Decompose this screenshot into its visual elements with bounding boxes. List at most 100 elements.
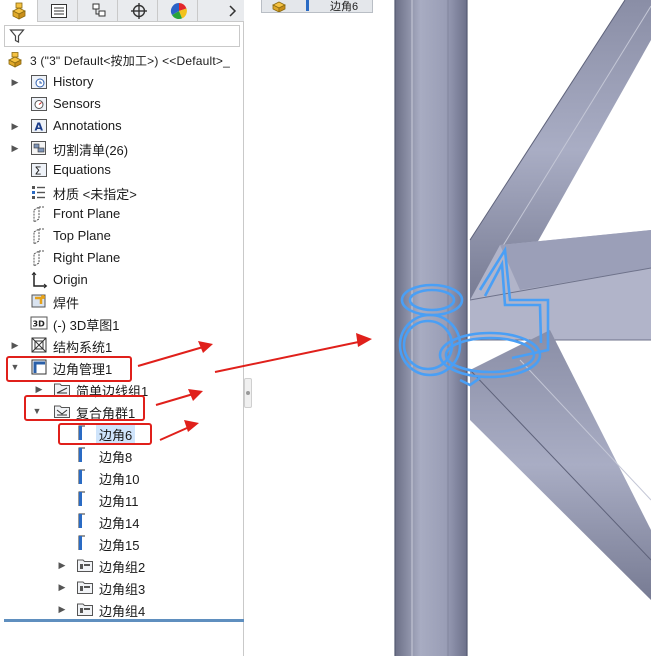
tree-item-label: 边角6 bbox=[96, 425, 136, 444]
tree-item-3d-sketch[interactable]: 3D (-) 3D草图1 bbox=[0, 313, 240, 333]
tab-configuration-manager[interactable] bbox=[80, 0, 118, 21]
panel-bottom-bar bbox=[4, 619, 244, 622]
plane-icon bbox=[30, 205, 48, 223]
appearance-icon bbox=[170, 2, 187, 19]
breadcrumb-label: 边角6 bbox=[330, 1, 359, 13]
tab-dimxpert-manager[interactable] bbox=[120, 0, 158, 21]
structure-system-icon bbox=[30, 336, 48, 354]
tree-item-label: (-) 3D草图1 bbox=[53, 318, 120, 333]
svg-text:A: A bbox=[35, 121, 44, 134]
tree-item-equations[interactable]: Σ Equations bbox=[0, 160, 240, 180]
tree-item-label: Top Plane bbox=[53, 228, 111, 243]
tab-display-manager[interactable] bbox=[160, 0, 198, 21]
tree-item-label: 边角组2 bbox=[99, 560, 146, 575]
splitter-handle[interactable] bbox=[244, 378, 252, 408]
tree-item-label: 边角14 bbox=[99, 516, 140, 531]
collapse-arrow-icon[interactable]: ▼ bbox=[10, 357, 20, 377]
panel-splitter[interactable] bbox=[244, 0, 252, 656]
cut-list-icon bbox=[30, 139, 48, 157]
history-icon bbox=[30, 73, 48, 91]
corner-icon bbox=[76, 512, 94, 530]
feature-manager-panel: 3 ("3" Default<按加工>) <<Default>_ ▶ Histo… bbox=[0, 0, 244, 656]
expand-arrow-icon[interactable]: ▶ bbox=[10, 138, 20, 158]
tree-item-corner-management[interactable]: ▼ 边角管理1 bbox=[0, 357, 240, 377]
tree-item-label: Equations bbox=[53, 162, 111, 177]
tree-filter-input[interactable] bbox=[4, 25, 240, 47]
tree-item-corner-group-2[interactable]: ▶ 边角组2 bbox=[0, 555, 240, 575]
material-icon bbox=[30, 183, 48, 201]
weldment-icon bbox=[30, 292, 48, 310]
manager-tabs bbox=[0, 0, 244, 22]
tree-item-label: Sensors bbox=[53, 96, 101, 111]
tab-property-manager[interactable] bbox=[40, 0, 78, 21]
tree-item-label: 边角11 bbox=[99, 494, 139, 509]
tree-item-corner-14[interactable]: 边角14 bbox=[0, 511, 240, 531]
plane-icon bbox=[30, 227, 48, 245]
expand-arrow-icon[interactable]: ▶ bbox=[57, 599, 67, 619]
tab-feature-manager[interactable] bbox=[0, 0, 38, 22]
tree-item-label: 焊件 bbox=[53, 296, 80, 311]
tree-item-sensors[interactable]: Sensors bbox=[0, 94, 240, 114]
tree-item-label: Right Plane bbox=[53, 250, 121, 265]
svg-text:3D: 3D bbox=[33, 320, 46, 329]
tree-item-composite-corner-group[interactable]: ▼ 复合角群1 bbox=[0, 401, 240, 421]
more-tabs-button[interactable] bbox=[224, 0, 242, 21]
tree-item-label: 复合角群1 bbox=[76, 406, 136, 421]
expand-arrow-icon[interactable]: ▶ bbox=[57, 577, 67, 597]
tree-item-simple-edge-group[interactable]: ▶ 简单边线组1 bbox=[0, 379, 240, 399]
tree-item-history[interactable]: ▶ History bbox=[0, 72, 240, 92]
corner-group-folder-icon bbox=[76, 556, 94, 574]
corner-icon bbox=[76, 468, 94, 486]
tree-item-corner-10[interactable]: 边角10 bbox=[0, 467, 240, 487]
tree-item-structure-system[interactable]: ▶ 结构系统1 bbox=[0, 335, 240, 355]
tree-item-material[interactable]: 材质 <未指定> bbox=[0, 182, 240, 202]
breadcrumb-bar[interactable]: 边角6 bbox=[261, 0, 373, 13]
tree-item-label: 材质 <未指定> bbox=[53, 187, 137, 202]
tree-item-front-plane[interactable]: Front Plane bbox=[0, 204, 240, 224]
tree-item-origin[interactable]: Origin bbox=[0, 270, 240, 290]
annotations-icon: A bbox=[30, 117, 48, 135]
corner-group-folder-icon bbox=[53, 402, 71, 420]
graphics-area[interactable] bbox=[252, 0, 651, 656]
tree-item-corner-11[interactable]: 边角11 bbox=[0, 489, 240, 509]
tree-item-top-plane[interactable]: Top Plane bbox=[0, 226, 240, 246]
tree-item-annotations[interactable]: ▶ A Annotations bbox=[0, 116, 240, 136]
corner-icon bbox=[76, 534, 94, 552]
tree-item-right-plane[interactable]: Right Plane bbox=[0, 248, 240, 268]
corner-icon bbox=[76, 490, 94, 508]
grip-dot-icon bbox=[246, 391, 250, 395]
expand-arrow-icon[interactable]: ▶ bbox=[57, 555, 67, 575]
part-icon bbox=[8, 52, 22, 68]
expand-arrow-icon[interactable]: ▶ bbox=[10, 335, 20, 355]
expand-arrow-icon[interactable]: ▶ bbox=[10, 72, 20, 92]
tree-item-label: 切割清单(26) bbox=[53, 143, 129, 158]
tree-item-corner-15[interactable]: 边角15 bbox=[0, 533, 240, 553]
corner-icon bbox=[306, 0, 309, 11]
collapse-arrow-icon[interactable]: ▼ bbox=[32, 401, 42, 421]
configuration-manager-icon bbox=[92, 3, 105, 16]
tree-item-label: Front Plane bbox=[53, 206, 121, 221]
tree-item-label: 结构系统1 bbox=[53, 340, 113, 355]
tree-item-corner-group-3[interactable]: ▶ 边角组3 bbox=[0, 577, 240, 597]
tree-item-label: 边角8 bbox=[99, 450, 133, 465]
expand-arrow-icon[interactable]: ▶ bbox=[34, 379, 44, 399]
tree-item-corner-6[interactable]: 边角6 bbox=[0, 423, 240, 444]
tree-root-label: 3 ("3" Default<按加工>) <<Default>_ bbox=[30, 53, 231, 68]
weldment-model-view[interactable] bbox=[252, 0, 651, 656]
origin-icon bbox=[30, 271, 48, 289]
tree-item-label: Origin bbox=[53, 272, 88, 287]
chevron-right-icon bbox=[229, 4, 237, 17]
tree-item-cut-list[interactable]: ▶ 切割清单(26) bbox=[0, 138, 240, 158]
expand-arrow-icon[interactable]: ▶ bbox=[10, 116, 20, 136]
tree-item-label: 边角管理1 bbox=[53, 362, 113, 377]
tree-item-corner-8[interactable]: 边角8 bbox=[0, 445, 240, 465]
tree-root-part[interactable]: 3 ("3" Default<按加工>) <<Default>_ bbox=[6, 51, 230, 69]
tree-item-weldment[interactable]: 焊件 bbox=[0, 291, 240, 311]
property-manager-icon bbox=[50, 3, 67, 18]
svg-text:Σ: Σ bbox=[35, 165, 42, 178]
tree-item-label: History bbox=[53, 74, 94, 89]
tree-item-corner-group-4[interactable]: ▶ 边角组4 bbox=[0, 599, 240, 619]
tree-item-label: 边角10 bbox=[99, 472, 140, 487]
corner-group-folder-icon bbox=[76, 578, 94, 596]
sketch-3d-icon: 3D bbox=[30, 314, 48, 332]
